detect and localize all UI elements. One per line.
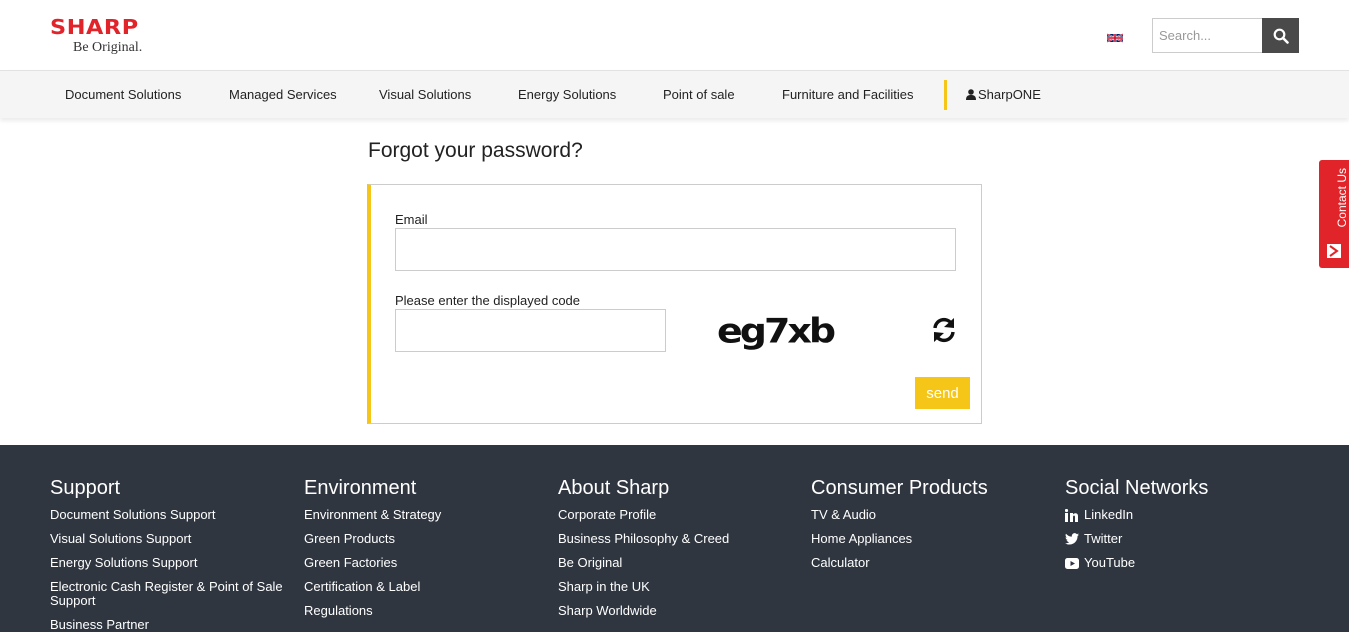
twitter-link[interactable]: Twitter [1065, 532, 1305, 546]
nav-document-solutions[interactable]: Document Solutions [65, 71, 181, 119]
footer-col-about-sharp: About Sharp Corporate Profile Business P… [558, 478, 798, 628]
nav-energy-solutions[interactable]: Energy Solutions [518, 71, 616, 119]
forgot-password-form: Email Please enter the displayed code eg… [367, 184, 982, 424]
footer-link[interactable]: Energy Solutions Support [50, 556, 290, 570]
email-field[interactable] [395, 228, 956, 271]
captcha-input[interactable] [395, 309, 666, 352]
linkedin-icon [1065, 508, 1078, 522]
twitter-icon [1065, 533, 1079, 545]
nav-furniture-facilities[interactable]: Furniture and Facilities [782, 71, 914, 119]
footer-link[interactable]: TV & Audio [811, 508, 1051, 522]
search-button[interactable] [1262, 18, 1299, 53]
footer-heading: Support [50, 477, 121, 499]
mail-icon [1327, 244, 1341, 258]
footer-heading: Consumer Products [811, 477, 988, 499]
site-footer: Support Document Solutions Support Visua… [0, 445, 1349, 632]
footer-link[interactable]: Sharp in the UK [558, 580, 798, 594]
footer-link[interactable]: Green Products [304, 532, 544, 546]
logo-brand: SHARP [50, 15, 139, 39]
search-icon [1273, 28, 1289, 44]
youtube-link[interactable]: YouTube [1065, 556, 1305, 570]
sharp-logo[interactable]: SHARP Be Original. [50, 17, 165, 61]
sharpone-label: SharpONE [978, 87, 1041, 102]
nav-divider [944, 80, 947, 110]
footer-link[interactable]: Business Philosophy & Creed [558, 532, 798, 546]
nav-visual-solutions[interactable]: Visual Solutions [379, 71, 471, 119]
footer-col-environment: Environment Environment & Strategy Green… [304, 478, 544, 628]
code-label: Please enter the displayed code [395, 293, 581, 308]
footer-link[interactable]: Corporate Profile [558, 508, 798, 522]
contact-us-tab[interactable]: Contact Us [1319, 160, 1349, 268]
uk-flag-icon[interactable] [1107, 31, 1123, 43]
page-title: Forgot your password? [368, 139, 583, 162]
footer-link[interactable]: Sharp Worldwide [558, 604, 798, 618]
contact-us-label: Contact Us [1335, 168, 1349, 228]
twitter-label: Twitter [1084, 531, 1123, 546]
site-header: SHARP Be Original. [0, 0, 1349, 70]
nav-sharpone[interactable]: SharpONE [966, 71, 1041, 119]
refresh-captcha-button[interactable] [930, 316, 958, 344]
footer-link[interactable]: Environment & Strategy [304, 508, 544, 522]
refresh-icon [933, 317, 955, 343]
footer-link[interactable]: Home Appliances [811, 532, 1051, 546]
email-label: Email [395, 212, 428, 227]
nav-managed-services[interactable]: Managed Services [229, 71, 337, 119]
footer-link[interactable]: Green Factories [304, 556, 544, 570]
footer-link[interactable]: Calculator [811, 556, 1051, 570]
footer-heading: Environment [304, 477, 417, 499]
footer-col-support: Support Document Solutions Support Visua… [50, 478, 290, 642]
footer-link[interactable]: Certification & Label [304, 580, 544, 594]
footer-link[interactable]: Document Solutions Support [50, 508, 290, 522]
footer-heading: Social Networks [1065, 477, 1209, 499]
footer-link[interactable]: Visual Solutions Support [50, 532, 290, 546]
captcha-image: eg7xb [717, 311, 836, 351]
footer-link[interactable]: Regulations [304, 604, 544, 618]
linkedin-label: LinkedIn [1084, 507, 1134, 522]
footer-col-consumer-products: Consumer Products TV & Audio Home Applia… [811, 478, 1051, 580]
logo-tagline: Be Original. [73, 40, 143, 55]
footer-link[interactable]: Business Partner [50, 618, 290, 632]
search-input[interactable] [1152, 18, 1262, 53]
main-navigation: Document Solutions Managed Services Visu… [0, 70, 1349, 118]
send-button[interactable]: send [915, 377, 970, 409]
search-bar [1152, 18, 1299, 53]
youtube-label: YouTube [1084, 555, 1136, 570]
footer-col-social-networks: Social Networks LinkedIn Twitter YouTube [1065, 478, 1305, 580]
user-icon [966, 89, 976, 100]
nav-point-of-sale[interactable]: Point of sale [663, 71, 735, 119]
footer-link[interactable]: Be Original [558, 556, 798, 570]
youtube-icon [1065, 557, 1079, 569]
footer-heading: About Sharp [558, 477, 670, 499]
footer-link[interactable]: Electronic Cash Register & Point of Sale… [50, 580, 290, 608]
linkedin-link[interactable]: LinkedIn [1065, 508, 1305, 522]
